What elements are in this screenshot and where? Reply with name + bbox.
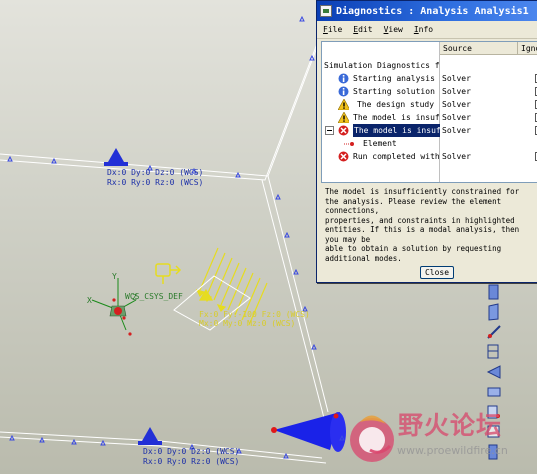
source-cell-row: Solver <box>440 111 537 124</box>
tree-item-label: Element <box>363 139 397 148</box>
tree-root[interactable]: Simulation Diagnostics fo <box>322 59 440 72</box>
source-cell: Solver <box>442 113 471 122</box>
constraint-rotation: Rx:0 Ry:0 Rz:0 (WCS) <box>107 178 204 187</box>
source-cell: Solver <box>442 87 471 96</box>
constraint-translation: Dx:0 Dy:0 Dz:0 (WCS) <box>143 447 240 456</box>
csys-icon[interactable] <box>91 278 137 336</box>
menu-view[interactable]: View <box>384 25 403 34</box>
diagnostics-tree[interactable]: Simulation Diagnostics fo Starting analy… <box>322 42 440 182</box>
constraint-rotation: Rx:0 Ry:0 Rz:0 (WCS) <box>143 457 240 466</box>
diagnostic-description: The model is insufficiently constrained … <box>321 186 537 262</box>
tree-item-label: The model is insuf <box>353 113 440 122</box>
menu-edit[interactable]: Edit <box>353 25 372 34</box>
menu-file[interactable]: File <box>323 25 342 34</box>
tree-item-element[interactable]: Element <box>322 137 440 150</box>
constraint-symbol-top[interactable] <box>104 148 128 166</box>
tree-item-warning[interactable]: The model is insuf <box>322 111 440 124</box>
tree-item-label: Run completed with <box>353 152 440 161</box>
tree-item-error-selected[interactable]: The model is insuf <box>322 124 440 137</box>
menu-info-label: nfo <box>418 25 434 34</box>
warning-icon <box>338 112 349 123</box>
toolbar-spring-icon[interactable] <box>484 342 504 362</box>
load-force: Fx:0 Fy:-100 Fz:0 (WCS) <box>199 310 310 319</box>
tree-item-info[interactable]: Starting analysis <box>322 72 440 85</box>
plate-outline <box>0 0 336 464</box>
csys-axis-x: X <box>87 296 92 305</box>
close-button[interactable]: Close <box>420 266 454 279</box>
edge-markers <box>7 15 317 459</box>
window-icon <box>320 5 332 17</box>
constraint-label-bottom: Dx:0 Dy:0 Dz:0 (WCS) Rx:0 Ry:0 Rz:0 (WCS… <box>143 447 239 467</box>
dialog-title-bar[interactable]: Diagnostics : Analysis Analysis1 <box>317 1 537 21</box>
column-header-source[interactable]: Source <box>440 42 518 55</box>
tree-connector-dot-icon <box>344 142 354 146</box>
source-cell-row: Solver <box>440 98 537 111</box>
source-cell-row: Solver <box>440 150 537 163</box>
collapse-icon[interactable] <box>325 126 336 137</box>
diagnostics-dialog: Diagnostics : Analysis Analysis1 File Ed… <box>316 0 537 283</box>
constraint-translation: Dx:0 Dy:0 Dz:0 (WCS) <box>107 168 204 177</box>
tree-item-error[interactable]: Run completed with <box>322 150 440 163</box>
tree-item-label: The model is insuf <box>353 124 440 137</box>
source-cell: Solver <box>442 100 471 109</box>
watermark-logo-icon <box>350 415 394 462</box>
menu-view-label: iew <box>388 25 403 34</box>
source-cell: Solver <box>442 152 471 161</box>
menu-bar: File Edit View Info <box>317 21 537 39</box>
csys-axis-y: Y <box>112 272 117 281</box>
error-icon <box>338 151 349 162</box>
source-cell-row: Solver <box>440 124 537 137</box>
menu-edit-label: dit <box>358 25 373 34</box>
toolbar-shell-icon[interactable] <box>484 302 504 322</box>
source-cell: Solver <box>442 126 471 135</box>
tree-item-info[interactable]: Starting solution <box>322 85 440 98</box>
constraint-symbol-bottom[interactable] <box>138 427 162 445</box>
toolbar-mass-icon[interactable] <box>484 362 504 382</box>
diagnostics-list[interactable]: Simulation Diagnostics fo Starting analy… <box>321 41 537 183</box>
menu-file-label: ile <box>327 25 343 34</box>
info-icon <box>338 73 349 84</box>
diagnostics-columns: Source Igno Solver Solver Solver Solver … <box>440 42 537 182</box>
toolbar-plate-icon[interactable] <box>484 282 504 302</box>
csys-axis-z: Z <box>132 293 137 302</box>
tree-item-label: Starting analysis <box>353 74 435 83</box>
info-icon <box>338 86 349 97</box>
tree-item-warning[interactable]: The design study <box>322 98 440 111</box>
menu-info[interactable]: Info <box>414 25 433 34</box>
load-label: Fx:0 Fy:-100 Fz:0 (WCS) Mx:0 My:0 Mz:0 (… <box>199 310 310 328</box>
dialog-title: Diagnostics : Analysis Analysis1 <box>336 5 529 17</box>
column-header-ignore[interactable]: Igno <box>518 42 537 55</box>
source-cell-row: Solver <box>440 72 537 85</box>
toolbar-rigid-link-icon[interactable] <box>484 382 504 402</box>
watermark: 野火论坛 www.proewildfire.cn <box>330 400 537 474</box>
error-icon <box>338 125 349 136</box>
constraint-label-top: Dx:0 Dy:0 Dz:0 (WCS) Rx:0 Ry:0 Rz:0 (WCS… <box>107 168 203 188</box>
load-moment: Mx:0 My:0 Mz:0 (WCS) <box>199 319 296 328</box>
tree-item-label: Starting solution <box>353 87 435 96</box>
source-cell-row: Solver <box>440 85 537 98</box>
watermark-text: 野火论坛 <box>398 411 503 440</box>
tree-item-label: The design study <box>357 100 435 109</box>
toolbar-beam-icon[interactable] <box>484 322 504 342</box>
warning-icon <box>338 99 349 110</box>
load-icon[interactable] <box>155 263 182 284</box>
watermark-url: www.proewildfire.cn <box>397 444 508 457</box>
source-cell: Solver <box>442 74 471 83</box>
